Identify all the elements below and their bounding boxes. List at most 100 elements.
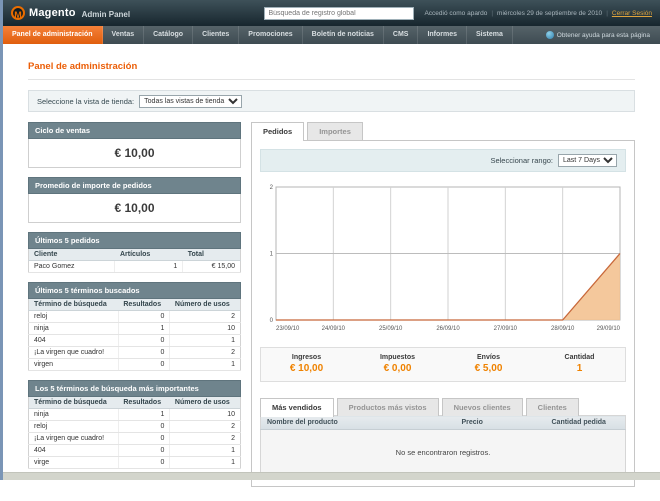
svg-text:27/09/10: 27/09/10 xyxy=(494,326,518,332)
magento-logo: M Magento Admin Panel xyxy=(11,6,130,20)
brand-name: Magento xyxy=(29,7,76,19)
left-column: Ciclo de ventas € 10,00 Promedio de impo… xyxy=(28,122,241,478)
content-area: Panel de administración Seleccione la vi… xyxy=(3,44,660,501)
empty-records-message: No se encontraron registros. xyxy=(260,429,626,478)
metric-value: € 10,00 xyxy=(289,363,324,374)
chart-svg: 0 1 2 23/09/10 24/09/10 25/09/10 26/09/10 27/09… xyxy=(270,185,621,332)
last-orders-card: Últimos 5 pedidos Cliente Artículos Tota… xyxy=(28,232,241,273)
table-row[interactable]: Paco Gomez 1 € 15,00 xyxy=(28,260,241,273)
table-row[interactable]: ¡La virgen que cuadro! 0 2 xyxy=(28,432,241,445)
separator: | xyxy=(491,9,494,17)
range-select[interactable]: Last 7 Days xyxy=(558,154,617,167)
header-user-info: Accedió como apardo | miércoles 29 de se… xyxy=(424,10,652,17)
cell-term: ninja xyxy=(28,322,119,335)
cell-term: 404 xyxy=(28,334,119,347)
card-title: Los 5 términos de búsqueda más important… xyxy=(28,380,241,397)
nav-item-boletin[interactable]: Boletín de noticias xyxy=(303,26,384,44)
cell-uses: 10 xyxy=(169,408,241,421)
cell-uses: 1 xyxy=(169,334,241,347)
tab-pedidos[interactable]: Pedidos xyxy=(251,122,305,141)
cell-uses: 2 xyxy=(169,420,241,433)
cell-results: 1 xyxy=(117,408,170,421)
global-search-input[interactable] xyxy=(264,6,415,20)
help-label: Obtener ayuda para esta página xyxy=(556,31,650,39)
nav-item-sistema[interactable]: Sistema xyxy=(467,26,513,44)
cell-results: 0 xyxy=(117,432,170,445)
cell-uses: 1 xyxy=(169,456,241,469)
tab-clientes[interactable]: Clientes xyxy=(525,398,579,416)
cell-total: € 15,00 xyxy=(182,260,241,273)
nav-item-cms[interactable]: CMS xyxy=(384,26,419,44)
nav-item-dashboard[interactable]: Panel de administración xyxy=(3,26,103,44)
tab-mas-vendidos[interactable]: Más vendidos xyxy=(260,398,334,417)
cell-uses: 1 xyxy=(169,358,241,371)
col-header: Término de búsqueda xyxy=(28,299,119,311)
cell-results: 0 xyxy=(117,456,170,469)
help-link[interactable]: Obtener ayuda para esta página xyxy=(545,26,660,44)
svg-text:25/09/10: 25/09/10 xyxy=(379,326,403,332)
col-header-cantidad: Cantidad pedida xyxy=(545,415,626,430)
main-nav: Panel de administración Ventas Catálogo … xyxy=(3,26,660,44)
svg-text:24/09/10: 24/09/10 xyxy=(322,326,346,332)
col-header: Total xyxy=(182,249,241,261)
page-title-wrap: Panel de administración xyxy=(28,52,635,80)
store-view-label: Seleccione la vista de tienda: xyxy=(37,96,135,106)
logout-link[interactable]: Cerrar Sesión xyxy=(612,10,652,17)
window-frame-left xyxy=(0,0,3,480)
table-row[interactable]: ninja 1 10 xyxy=(28,408,241,421)
nav-item-ventas[interactable]: Ventas xyxy=(103,26,145,44)
tab-importes[interactable]: Importes xyxy=(307,122,363,140)
metric-label: Ingresos xyxy=(291,354,322,361)
nav-item-promociones[interactable]: Promociones xyxy=(239,26,303,44)
cell-term: reloj xyxy=(28,310,119,323)
cell-results: 0 xyxy=(117,358,170,371)
cell-uses: 2 xyxy=(169,346,241,359)
metric-value: 1 xyxy=(576,363,583,374)
tab-nuevos-clientes[interactable]: Nuevos clientes xyxy=(441,398,523,416)
tab-productos-mas-vistos[interactable]: Productos más vistos xyxy=(336,398,439,416)
metric-label: Impuestos xyxy=(379,354,415,361)
cell-uses: 2 xyxy=(169,432,241,445)
nav-item-catalogo[interactable]: Catálogo xyxy=(144,26,194,44)
help-globe-icon xyxy=(545,31,554,39)
last-search-terms-table: Término de búsqueda Resultados Número de… xyxy=(28,299,241,371)
table-row[interactable]: ninja 1 10 xyxy=(28,322,241,335)
cell-results: 0 xyxy=(117,346,170,359)
cell-results: 0 xyxy=(117,334,170,347)
metric-value: € 5,00 xyxy=(474,363,503,374)
lifetime-sales-value: € 10,00 xyxy=(28,139,241,168)
table-row[interactable]: virgen 0 1 xyxy=(28,358,241,371)
table-row[interactable]: ¡La virgen que cuadro! 0 2 xyxy=(28,346,241,359)
col-header: Resultados xyxy=(118,397,170,409)
table-row[interactable]: virge 0 1 xyxy=(28,456,241,469)
nav-item-informes[interactable]: Informes xyxy=(418,26,468,44)
store-view-select[interactable]: Todas las vistas de tienda xyxy=(139,94,243,108)
metric-ingresos: Ingresos € 10,00 xyxy=(261,354,352,374)
metrics-bar: Ingresos € 10,00 Impuestos € 0,00 Envíos… xyxy=(260,347,626,382)
metric-label: Cantidad xyxy=(564,354,595,361)
cell-term: ¡La virgen que cuadro! xyxy=(28,346,119,359)
cell-results: 0 xyxy=(117,310,170,323)
col-header: Artículos xyxy=(114,249,183,261)
col-header: Número de usos xyxy=(169,299,241,311)
card-title: Promedio de importe de pedidos xyxy=(28,177,241,194)
table-row[interactable]: 404 0 1 xyxy=(28,444,241,457)
products-table: Nombre del producto Precio Cantidad pedi… xyxy=(260,415,626,478)
cell-results: 1 xyxy=(117,322,170,335)
magento-logo-icon: M xyxy=(11,6,25,20)
logged-in-as: Accedió como apardo xyxy=(424,9,488,17)
metric-cantidad: Cantidad 1 xyxy=(534,354,625,374)
col-header-precio: Precio xyxy=(455,415,546,430)
table-row[interactable]: reloj 0 2 xyxy=(28,420,241,433)
svg-text:26/09/10: 26/09/10 xyxy=(436,326,460,332)
cell-results: 0 xyxy=(117,444,170,457)
cell-uses: 2 xyxy=(169,310,241,323)
last-search-terms-card: Últimos 5 términos buscados Término de b… xyxy=(28,282,241,371)
table-row[interactable]: reloj 0 2 xyxy=(28,310,241,323)
cell-cliente: Paco Gomez xyxy=(28,260,115,273)
svg-text:28/09/10: 28/09/10 xyxy=(551,326,575,332)
cell-term: ninja xyxy=(28,408,119,421)
table-row[interactable]: 404 0 1 xyxy=(28,334,241,347)
orders-area-chart: 0 1 2 23/09/10 24/09/10 25/09/10 26/09/10 27/09… xyxy=(260,182,626,339)
nav-item-clientes[interactable]: Clientes xyxy=(193,26,240,44)
